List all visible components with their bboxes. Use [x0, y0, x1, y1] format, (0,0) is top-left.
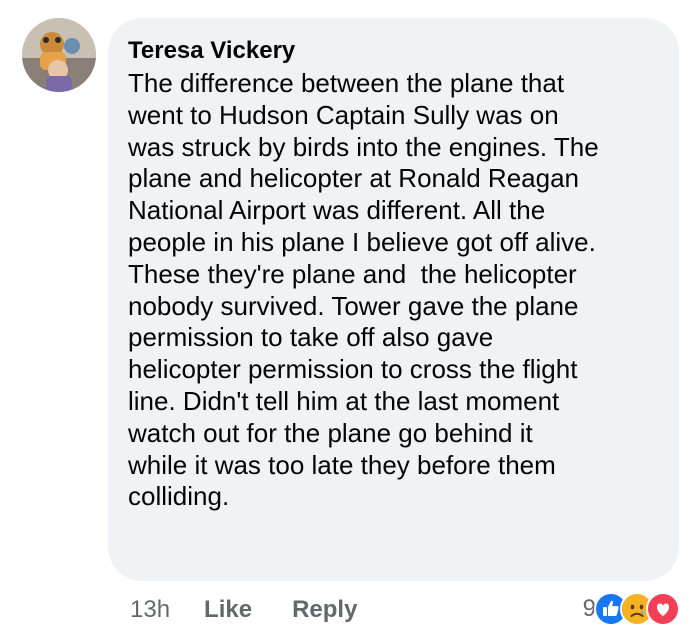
comment-actions: 13h Like Reply [130, 594, 397, 626]
comment-line: National Airport was different. All the [128, 195, 546, 226]
comment-line: people in his plane I believe got off al… [128, 226, 596, 257]
love-icon [646, 592, 680, 626]
comment-line: went to Hudson Captain Sully was on [128, 99, 559, 130]
comment-line: was struck by birds into the engines. Th… [128, 131, 599, 162]
comment-line: colliding. [128, 481, 230, 512]
reply-button[interactable]: Reply [292, 596, 357, 624]
comment-line: watch out for the plane go behind it [128, 417, 533, 448]
comment-line: permission to take off also gave [128, 322, 494, 353]
comment-line: These they're plane and the helicopter [128, 258, 577, 289]
comment-line: The difference between the plane that [128, 68, 565, 98]
comment-line: helicopter permission to cross the fligh… [128, 354, 578, 385]
comment-line: line. Didn't tell him at the last moment [128, 385, 560, 416]
comment-bubble: Teresa Vickery The difference between th… [108, 18, 679, 581]
like-button[interactable]: Like [204, 596, 252, 624]
comment-author-name[interactable]: Teresa Vickery [128, 36, 659, 66]
comment-line: plane and helicopter at Ronald Reagan [128, 163, 580, 194]
avatar[interactable] [22, 18, 96, 92]
comment-timestamp[interactable]: 13h [130, 596, 170, 624]
comment-line: while it was too late they before them [128, 449, 556, 480]
reactions-summary[interactable]: 9 [583, 592, 680, 626]
comment-line: nobody survived. Tower gave the plane [128, 290, 579, 321]
comment-text: The difference between the plane that we… [128, 68, 659, 513]
